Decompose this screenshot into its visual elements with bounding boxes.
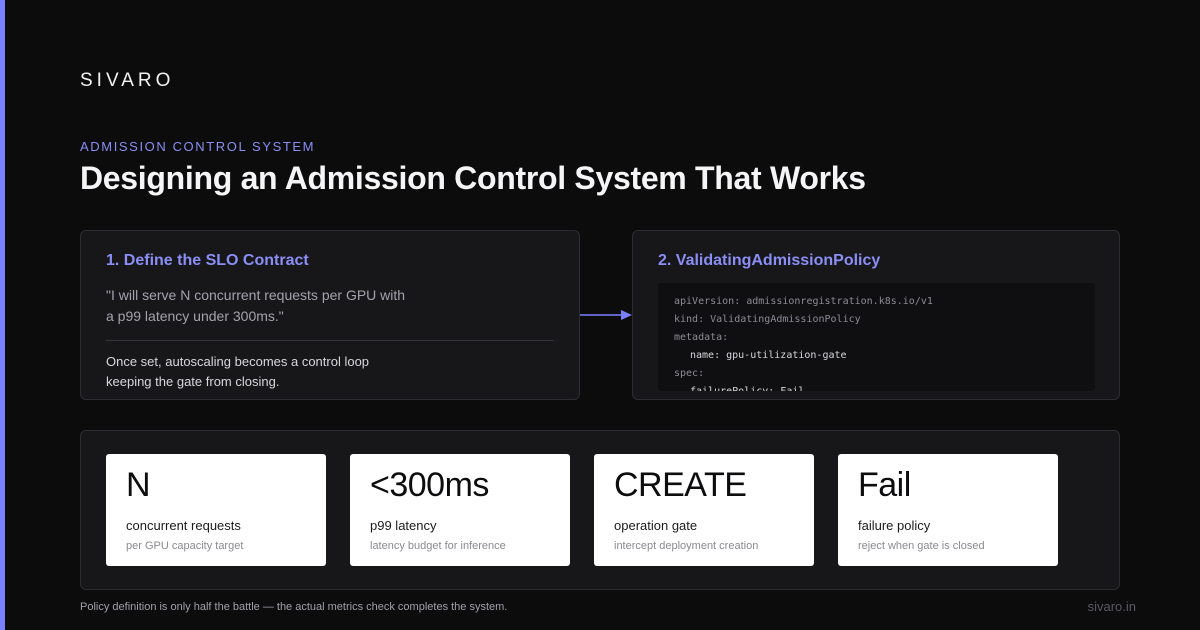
section-eyebrow: ADMISSION CONTROL SYSTEM [80, 139, 316, 154]
metric-value: CREATE [614, 466, 747, 504]
code-line: apiVersion: admissionregistration.k8s.io… [674, 296, 933, 307]
page-title: Designing an Admission Control System Th… [80, 160, 866, 196]
site-url: sivaro.in [1087, 599, 1136, 614]
slo-note: Once set, autoscaling becomes a control … [106, 354, 370, 389]
metric-label: operation gate [614, 518, 698, 533]
metric-subtext: reject when gate is closed [858, 540, 985, 552]
admission-policy-card: 2. ValidatingAdmissionPolicy apiVersion:… [632, 230, 1120, 400]
metric-card: <300ms p99 latency latency budget for in… [350, 454, 570, 566]
slo-contract-heading: 1. Define the SLO Contract [106, 252, 309, 269]
metric-label: failure policy [858, 518, 931, 533]
code-line: spec: [674, 368, 705, 379]
divider [106, 340, 554, 341]
code-block: apiVersion: admissionregistration.k8s.io… [658, 283, 1095, 391]
metric-card: CREATE operation gate intercept deployme… [594, 454, 814, 566]
metric-label: p99 latency [370, 518, 437, 533]
metric-subtext: intercept deployment creation [614, 540, 759, 552]
metric-subtext: latency budget for inference [370, 540, 506, 552]
code-line: failurePolicy: Fail [674, 383, 1079, 391]
metric-card: Fail failure policy reject when gate is … [838, 454, 1058, 566]
brand-logo: SIVARO [80, 70, 175, 91]
slo-quote: "I will serve N concurrent requests per … [106, 287, 406, 324]
metrics-panel: N concurrent requests per GPU capacity t… [80, 430, 1120, 590]
metric-card: N concurrent requests per GPU capacity t… [106, 454, 326, 566]
accent-bar [0, 0, 5, 630]
metric-value: N [126, 466, 151, 504]
metric-value: <300ms [370, 466, 489, 504]
code-line: metadata: [674, 332, 729, 343]
slo-contract-card: 1. Define the SLO Contract "I will serve… [80, 230, 580, 400]
code-line: name: gpu-utilization-gate [690, 350, 847, 361]
metric-label: concurrent requests [126, 518, 241, 533]
metric-value: Fail [858, 466, 911, 504]
metric-subtext: per GPU capacity target [126, 540, 244, 552]
admission-policy-heading: 2. ValidatingAdmissionPolicy [658, 252, 881, 269]
code-line: kind: ValidatingAdmissionPolicy [674, 314, 861, 325]
footer-note: Policy definition is only half the battl… [80, 601, 508, 613]
arrow-right-icon [580, 310, 632, 320]
